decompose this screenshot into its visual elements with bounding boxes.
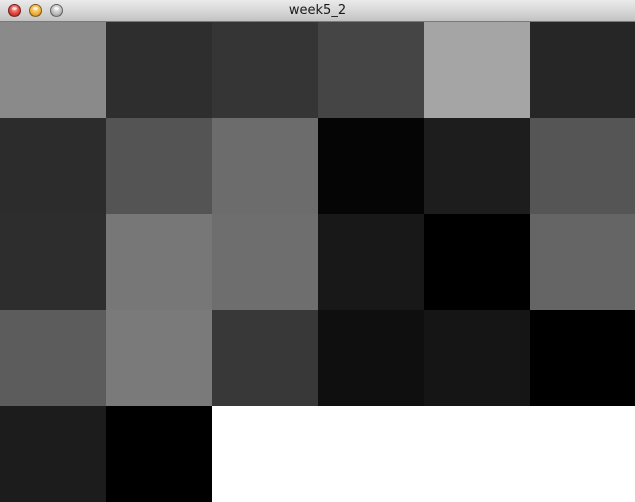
grid-cell-r4-c0 bbox=[0, 406, 106, 502]
grid-cell-r1-c3 bbox=[318, 118, 424, 214]
grid-cell-r1-c2 bbox=[212, 118, 318, 214]
grid-cell-r3-c2 bbox=[212, 310, 318, 406]
grid-cell-r2-c0 bbox=[0, 214, 106, 310]
grid-cell-r0-c2 bbox=[212, 22, 318, 118]
grid-cell-r0-c5 bbox=[530, 22, 635, 118]
grid-cell-r2-c3 bbox=[318, 214, 424, 310]
grid-cell-r1-c5 bbox=[530, 118, 635, 214]
grid-cell-r0-c1 bbox=[106, 22, 212, 118]
grid-cell-r3-c3 bbox=[318, 310, 424, 406]
grid-cell-r2-c1 bbox=[106, 214, 212, 310]
grid-cell-r1-c1 bbox=[106, 118, 212, 214]
grid-cell-r1-c0 bbox=[0, 118, 106, 214]
grid-cell-r3-c5 bbox=[530, 310, 635, 406]
sketch-window: week5_2 bbox=[0, 0, 635, 502]
grid-cell-r0-c0 bbox=[0, 22, 106, 118]
grid-cell-r2-c2 bbox=[212, 214, 318, 310]
grid-cell-r0-c4 bbox=[424, 22, 530, 118]
grid-cell-r4-c1 bbox=[106, 406, 212, 502]
grid-cell-r0-c3 bbox=[318, 22, 424, 118]
grid-cell-r3-c1 bbox=[106, 310, 212, 406]
grid-cell-r1-c4 bbox=[424, 118, 530, 214]
title-bar[interactable]: week5_2 bbox=[0, 0, 635, 22]
grid-cell-r3-c4 bbox=[424, 310, 530, 406]
window-title: week5_2 bbox=[288, 3, 347, 18]
grid-cell-r2-c5 bbox=[530, 214, 635, 310]
sketch-canvas[interactable] bbox=[0, 22, 635, 502]
grid-cell-r2-c4 bbox=[424, 214, 530, 310]
grid-cell-r3-c0 bbox=[0, 310, 106, 406]
